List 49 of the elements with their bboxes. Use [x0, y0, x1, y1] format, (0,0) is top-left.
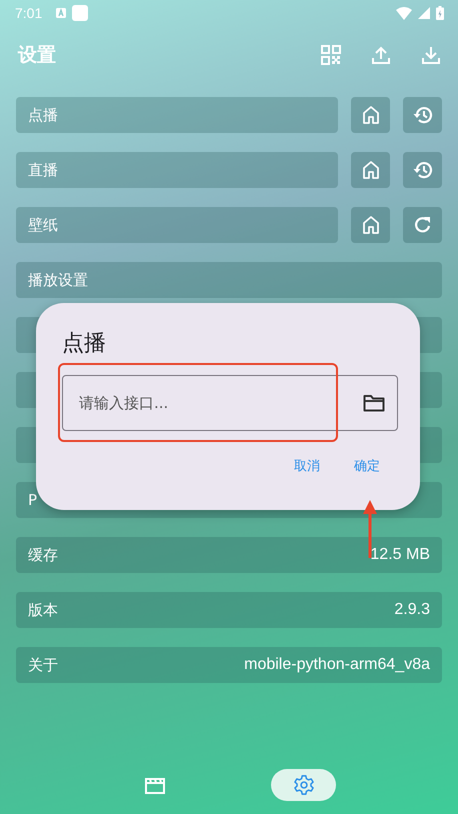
folder-icon[interactable]	[363, 394, 385, 412]
home-icon	[360, 105, 380, 125]
settings-tab[interactable]	[271, 769, 336, 801]
signal-icon	[418, 7, 430, 19]
setting-value: 12.5 MB	[370, 546, 430, 564]
home-icon	[360, 160, 380, 180]
history-button[interactable]	[403, 152, 442, 188]
dialog-title: 点播	[62, 330, 106, 358]
setting-row[interactable]: 播放设置	[16, 262, 442, 298]
setting-label: P	[28, 491, 38, 509]
download-icon[interactable]	[421, 45, 441, 65]
home-button[interactable]	[351, 152, 390, 188]
app-notification-icon	[72, 5, 88, 21]
dialog-button[interactable]: 确定	[350, 453, 384, 479]
battery-icon	[436, 6, 444, 20]
page-title: 设置	[18, 43, 56, 68]
setting-label: 版本	[28, 600, 58, 620]
dialog-button[interactable]: 取消	[290, 453, 324, 479]
history-button[interactable]	[403, 97, 442, 133]
clapperboard-icon	[144, 775, 166, 795]
input-box[interactable]: 请输入接口...	[62, 375, 398, 431]
history-icon	[412, 160, 432, 180]
setting-value: 2.9.3	[394, 601, 430, 619]
home-button[interactable]	[351, 97, 390, 133]
setting-label: 播放设置	[28, 270, 88, 290]
refresh-icon	[412, 215, 432, 235]
setting-label: 直播	[28, 160, 58, 180]
home-icon	[360, 215, 380, 235]
qr-code-icon[interactable]	[321, 45, 341, 65]
setting-label: 壁纸	[28, 216, 58, 234]
refresh-button[interactable]	[403, 207, 442, 243]
notification-icon	[56, 8, 66, 18]
setting-row[interactable]: 壁纸	[16, 207, 338, 243]
setting-label: 点播	[28, 106, 58, 124]
setting-row[interactable]: 版本 2.9.3	[16, 592, 442, 628]
home-button[interactable]	[351, 207, 390, 243]
setting-label: 缓存	[28, 546, 58, 564]
history-icon	[412, 105, 432, 125]
upload-icon[interactable]	[371, 45, 391, 65]
setting-row[interactable]: 关于 mobile-python-arm64_v8a	[16, 647, 442, 683]
setting-value: mobile-python-arm64_v8a	[244, 656, 430, 674]
status-time: 7:01	[15, 5, 42, 21]
setting-row[interactable]: 直播	[16, 152, 338, 188]
setting-row[interactable]: 缓存 12.5 MB	[16, 537, 442, 573]
setting-row[interactable]: 点播	[16, 97, 338, 133]
wifi-icon	[396, 6, 412, 20]
setting-label: 关于	[28, 656, 58, 674]
input-field[interactable]: 请输入接口...	[77, 393, 363, 413]
settings-icon	[292, 774, 314, 796]
